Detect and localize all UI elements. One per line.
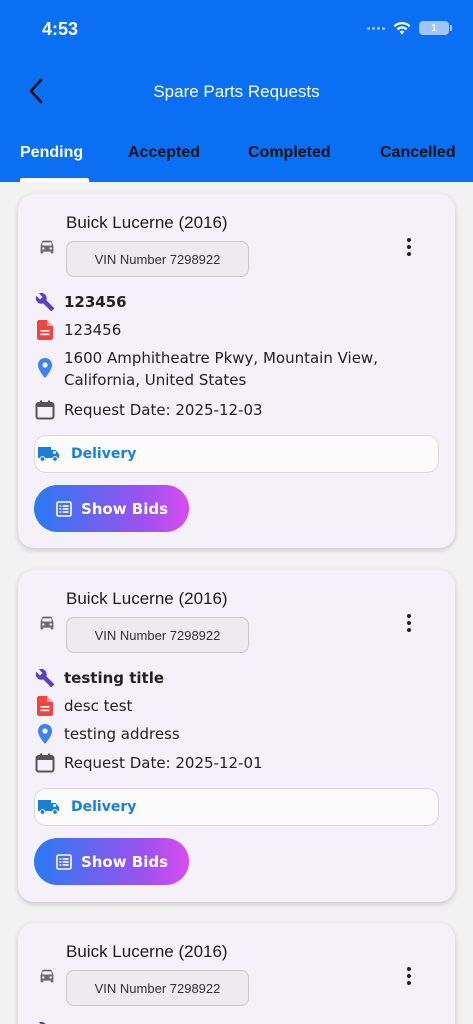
- calendar-icon: [34, 399, 56, 421]
- calendar-icon: [34, 752, 56, 774]
- delivery-label: Delivery: [71, 446, 137, 462]
- request-date-row: Request Date: 2025-12-01: [34, 752, 263, 774]
- request-card[interactable]: Buick Lucerne (2016) VIN Number 7298922 …: [18, 570, 455, 902]
- show-bids-button[interactable]: Show Bids: [34, 485, 189, 532]
- document-icon: [34, 695, 56, 717]
- car-icon: [40, 616, 54, 630]
- vehicle-name: Buick Lucerne (2016): [66, 942, 228, 961]
- vin-chip: VIN Number 7298922: [66, 617, 249, 653]
- request-date: Request Date: 2025-12-03: [64, 401, 263, 419]
- vin-chip: VIN Number 7298922: [66, 241, 249, 277]
- wrench-icon: [34, 1020, 56, 1024]
- app-header: 4:53 1 Spare Parts Requests Pending Acce…: [0, 0, 473, 182]
- part-title-row: 123456: [34, 291, 127, 313]
- show-bids-label: Show Bids: [80, 499, 169, 518]
- delivery-method: Delivery: [34, 788, 439, 826]
- part-title-row: [34, 1020, 64, 1024]
- more-options-button[interactable]: [396, 961, 422, 991]
- wrench-icon: [34, 667, 56, 689]
- show-bids-label: Show Bids: [80, 852, 169, 871]
- status-icons: 1: [367, 21, 452, 35]
- address-row: 1600 Amphitheatre Pkwy, Mountain View, C…: [34, 347, 404, 391]
- address-row: testing address: [34, 723, 180, 745]
- location-pin-icon: [34, 357, 56, 379]
- request-card[interactable]: Buick Lucerne (2016) VIN Number 7298922 …: [18, 194, 455, 548]
- more-options-button[interactable]: [396, 608, 422, 638]
- list-icon: [55, 853, 73, 871]
- wrench-icon: [34, 291, 56, 313]
- part-title-row: testing title: [34, 667, 164, 689]
- tab-cancelled[interactable]: Cancelled: [380, 144, 456, 162]
- delivery-method: Delivery: [34, 435, 439, 473]
- tab-pending[interactable]: Pending: [20, 144, 83, 162]
- request-date: Request Date: 2025-12-01: [64, 754, 263, 772]
- request-card[interactable]: Buick Lucerne (2016) VIN Number 7298922: [18, 923, 455, 1024]
- location-pin-icon: [34, 723, 56, 745]
- part-title: 123456: [64, 293, 127, 311]
- page-title: Spare Parts Requests: [153, 82, 320, 101]
- truck-icon: [37, 444, 61, 464]
- wifi-icon: [393, 21, 411, 35]
- request-date-row: Request Date: 2025-12-03: [34, 399, 263, 421]
- delivery-address: 1600 Amphitheatre Pkwy, Mountain View, C…: [64, 349, 378, 389]
- tab-completed[interactable]: Completed: [248, 144, 331, 162]
- part-description: desc test: [64, 697, 133, 715]
- car-icon: [40, 969, 54, 983]
- active-tab-indicator: [20, 178, 89, 182]
- tab-accepted[interactable]: Accepted: [128, 144, 200, 162]
- status-tabs: Pending Accepted Completed Cancelled: [0, 140, 473, 182]
- vehicle-name: Buick Lucerne (2016): [66, 213, 228, 232]
- part-title: testing title: [64, 669, 165, 687]
- cellular-signal-icon: [367, 26, 385, 30]
- status-time: 4:53: [42, 19, 79, 39]
- list-icon: [55, 500, 73, 518]
- vin-chip: VIN Number 7298922: [66, 970, 249, 1006]
- description-row: desc test: [34, 695, 132, 717]
- show-bids-button[interactable]: Show Bids: [34, 838, 189, 885]
- delivery-address: testing address: [64, 725, 180, 743]
- more-options-button[interactable]: [396, 232, 422, 262]
- document-icon: [34, 319, 56, 341]
- description-row: 123456: [34, 319, 121, 341]
- delivery-label: Delivery: [71, 799, 137, 815]
- vehicle-name: Buick Lucerne (2016): [66, 589, 228, 608]
- car-icon: [40, 240, 54, 254]
- truck-icon: [37, 797, 61, 817]
- battery-icon: 1: [419, 21, 452, 35]
- part-description: 123456: [64, 321, 122, 339]
